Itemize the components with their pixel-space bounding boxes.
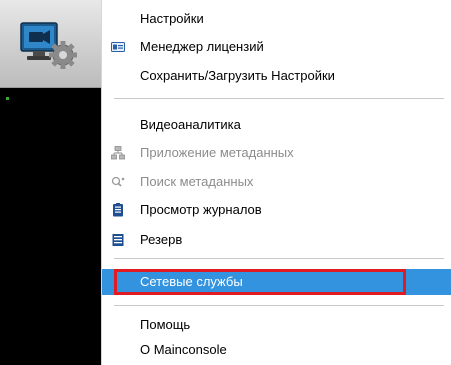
menu-separator [114, 258, 444, 259]
menu-item-license-manager[interactable]: Менеджер лицензий [102, 35, 451, 59]
menu-item-about-mainconsole[interactable]: О Mainconsole [102, 338, 451, 362]
menu-item-metadata-search[interactable]: Поиск метаданных [102, 170, 451, 194]
screenshot-page: Настройки Менеджер лицензий Сохранить/За… [0, 0, 451, 365]
menu-separator [114, 98, 444, 99]
menu-item-label: Приложение метаданных [140, 145, 294, 160]
app-menu-tile[interactable] [0, 0, 101, 88]
menu-item-network-services[interactable]: Сетевые службы [102, 269, 451, 295]
network-nodes-icon [111, 146, 125, 160]
menu-item-save-load-settings[interactable]: Сохранить/Загрузить Настройки [102, 64, 451, 88]
menu-item-label: Поиск метаданных [140, 174, 254, 189]
clipboard-log-icon [113, 203, 123, 217]
menu-item-label: О Mainconsole [140, 342, 227, 357]
license-card-icon [111, 42, 125, 52]
backup-list-icon [112, 234, 124, 246]
video-camera-gear-icon [20, 22, 77, 69]
menu-item-label: Менеджер лицензий [140, 39, 264, 54]
menu-item-label: Сохранить/Загрузить Настройки [140, 68, 335, 83]
menu-item-label: Видеоаналитика [140, 117, 241, 132]
menu-separator [114, 305, 444, 306]
menu-item-label: Сетевые службы [140, 274, 243, 289]
menu-item-metadata-application[interactable]: Приложение метаданных [102, 141, 451, 165]
app-background-panel [0, 0, 101, 365]
menu-item-help[interactable]: Помощь [102, 313, 451, 337]
menu-item-label: Настройки [140, 11, 204, 26]
search-metadata-icon [111, 176, 125, 187]
status-dot [6, 97, 9, 100]
menu-item-label: Просмотр журналов [140, 202, 262, 217]
menu-item-label: Резерв [140, 232, 183, 247]
context-menu: Настройки Менеджер лицензий Сохранить/За… [101, 0, 451, 365]
menu-item-video-analytics[interactable]: Видеоаналитика [102, 113, 451, 137]
menu-item-settings[interactable]: Настройки [102, 7, 451, 31]
menu-item-backup[interactable]: Резерв [102, 228, 451, 252]
menu-item-view-logs[interactable]: Просмотр журналов [102, 198, 451, 222]
menu-item-label: Помощь [140, 317, 191, 332]
